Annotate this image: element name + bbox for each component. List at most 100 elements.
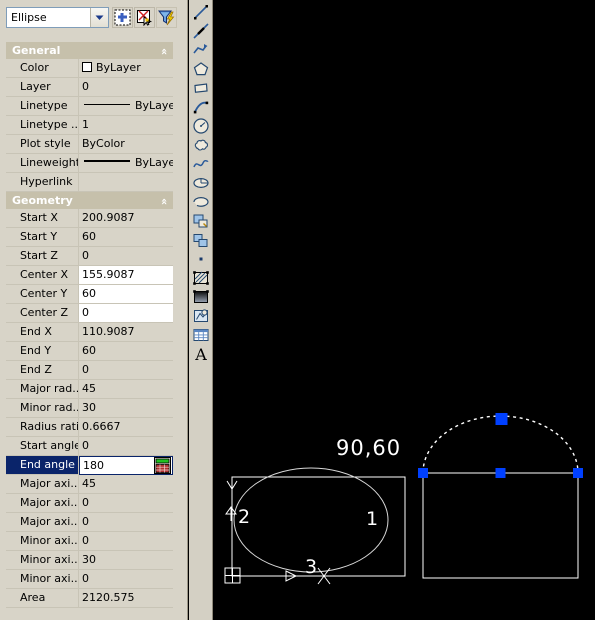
- polygon-pentagon-icon[interactable]: [191, 59, 211, 79]
- property-value[interactable]: 0: [79, 494, 173, 512]
- double-chevron-up-icon[interactable]: «: [156, 48, 173, 55]
- property-value[interactable]: 45: [79, 380, 173, 398]
- property-row[interactable]: Color ByLayer: [6, 59, 173, 78]
- grip-center: [495, 468, 506, 478]
- construction-line-icon[interactable]: [191, 21, 211, 41]
- property-value-text: 200.9087: [82, 211, 135, 224]
- selection-marquee-icon[interactable]: [112, 7, 133, 28]
- property-value[interactable]: ByColor: [79, 135, 173, 153]
- revision-cloud-icon[interactable]: [191, 135, 211, 155]
- property-value-text: 0: [82, 572, 89, 585]
- property-value-text: 0: [82, 249, 89, 262]
- property-value-input[interactable]: 180: [79, 456, 173, 475]
- property-value[interactable]: 45: [79, 475, 173, 493]
- property-row[interactable]: Layer 0: [6, 78, 173, 97]
- property-value[interactable]: 110.9087: [79, 323, 173, 341]
- property-value[interactable]: ByLayer: [79, 59, 173, 77]
- circle-icon[interactable]: [191, 116, 211, 136]
- property-row[interactable]: Center X 155.9087: [6, 266, 173, 285]
- property-row[interactable]: Lineweight ByLayer: [6, 154, 173, 173]
- region-icon[interactable]: [191, 306, 211, 326]
- property-value[interactable]: 2120.575: [79, 589, 173, 607]
- property-row[interactable]: Hyperlink: [6, 173, 173, 192]
- make-block-icon[interactable]: [191, 230, 211, 250]
- table-icon[interactable]: [191, 325, 211, 345]
- property-row[interactable]: End Z0: [6, 361, 173, 380]
- property-row[interactable]: Minor rad... 30: [6, 399, 173, 418]
- property-row[interactable]: End Y 60: [6, 342, 173, 361]
- property-value-text: 0: [82, 534, 89, 547]
- property-value[interactable]: ByLayer: [79, 97, 173, 115]
- property-value[interactable]: 0: [79, 437, 173, 455]
- property-value[interactable]: ByLayer: [79, 154, 173, 172]
- property-value[interactable]: 1: [79, 116, 173, 134]
- text-a-icon[interactable]: A: [191, 344, 211, 364]
- property-name: Start X: [6, 209, 79, 227]
- line-icon[interactable]: [191, 2, 211, 22]
- property-row[interactable]: End angle 180: [6, 456, 173, 475]
- property-row[interactable]: Major rad... 45: [6, 380, 173, 399]
- property-value[interactable]: 60: [79, 228, 173, 246]
- property-value[interactable]: 30: [79, 399, 173, 417]
- ellipse-arc-icon[interactable]: [191, 192, 211, 212]
- property-value[interactable]: 0.6667: [79, 418, 173, 436]
- property-row[interactable]: Center Z0: [6, 304, 173, 323]
- gradient-icon[interactable]: [191, 287, 211, 307]
- property-row[interactable]: Linetype ByLayer: [6, 97, 173, 116]
- rectangle-icon[interactable]: [191, 78, 211, 98]
- property-value[interactable]: 155.9087: [79, 266, 173, 284]
- ellipse-icon[interactable]: [191, 173, 211, 193]
- drawing-canvas[interactable]: 2 1 3 90,60: [214, 0, 595, 620]
- property-value[interactable]: 0: [79, 532, 173, 550]
- property-row[interactable]: Major axi... 45: [6, 475, 173, 494]
- property-value[interactable]: 200.9087: [79, 209, 173, 227]
- chevron-down-icon[interactable]: [90, 8, 108, 27]
- property-row[interactable]: Area 2120.575: [6, 589, 173, 608]
- property-value-text: ByLayer: [135, 99, 173, 112]
- property-row[interactable]: Start X 200.9087: [6, 209, 173, 228]
- property-row[interactable]: Start Z0: [6, 247, 173, 266]
- point-dot-icon[interactable]: [191, 249, 211, 269]
- property-row[interactable]: Start Y 60: [6, 228, 173, 247]
- funnel-lightning-icon[interactable]: [156, 7, 177, 28]
- property-value[interactable]: 60: [79, 285, 173, 303]
- property-row[interactable]: Linetype ... 1: [6, 116, 173, 135]
- property-row[interactable]: Radius ratio0.6667: [6, 418, 173, 437]
- property-value[interactable]: 60: [79, 342, 173, 360]
- property-name: Linetype ...: [6, 116, 79, 134]
- vertex-label-3: 3: [305, 556, 317, 578]
- property-value-text: 155.9087: [82, 268, 135, 281]
- property-row[interactable]: Minor axi... 0: [6, 570, 173, 589]
- left-shape-group: [231, 467, 406, 577]
- property-value[interactable]: 30: [79, 551, 173, 569]
- property-value[interactable]: 0: [79, 513, 173, 531]
- property-row[interactable]: Major axi... 0: [6, 513, 173, 532]
- property-row[interactable]: Minor axi... 0: [6, 532, 173, 551]
- section-header-general[interactable]: General «: [6, 42, 173, 59]
- property-value[interactable]: 0: [79, 247, 173, 265]
- property-value-text: 30: [82, 401, 96, 414]
- double-chevron-up-icon[interactable]: «: [156, 198, 173, 205]
- property-name: Lineweight: [6, 154, 79, 172]
- calculator-icon[interactable]: [154, 457, 171, 474]
- property-value[interactable]: 0: [79, 78, 173, 96]
- arc-icon[interactable]: [191, 97, 211, 117]
- property-row[interactable]: Start angle 0: [6, 437, 173, 456]
- insert-block-icon[interactable]: [191, 211, 211, 231]
- property-value[interactable]: [79, 173, 173, 191]
- property-row[interactable]: End X 110.9087: [6, 323, 173, 342]
- polyline-icon[interactable]: [191, 40, 211, 60]
- property-value[interactable]: 0: [79, 304, 173, 322]
- property-row[interactable]: Plot style ByColor: [6, 135, 173, 154]
- select-objects-cursor-icon[interactable]: [134, 7, 155, 28]
- object-type-combobox[interactable]: Ellipse: [6, 7, 109, 28]
- property-name: Minor rad...: [6, 399, 79, 417]
- hatch-icon[interactable]: [191, 268, 211, 288]
- property-row[interactable]: Major axi... 0: [6, 494, 173, 513]
- property-value[interactable]: 0: [79, 361, 173, 379]
- section-header-geometry[interactable]: Geometry «: [6, 192, 173, 209]
- property-value[interactable]: 0: [79, 570, 173, 588]
- property-row[interactable]: Minor axi... 30: [6, 551, 173, 570]
- property-row[interactable]: Center Y 60: [6, 285, 173, 304]
- spline-icon[interactable]: [191, 154, 211, 174]
